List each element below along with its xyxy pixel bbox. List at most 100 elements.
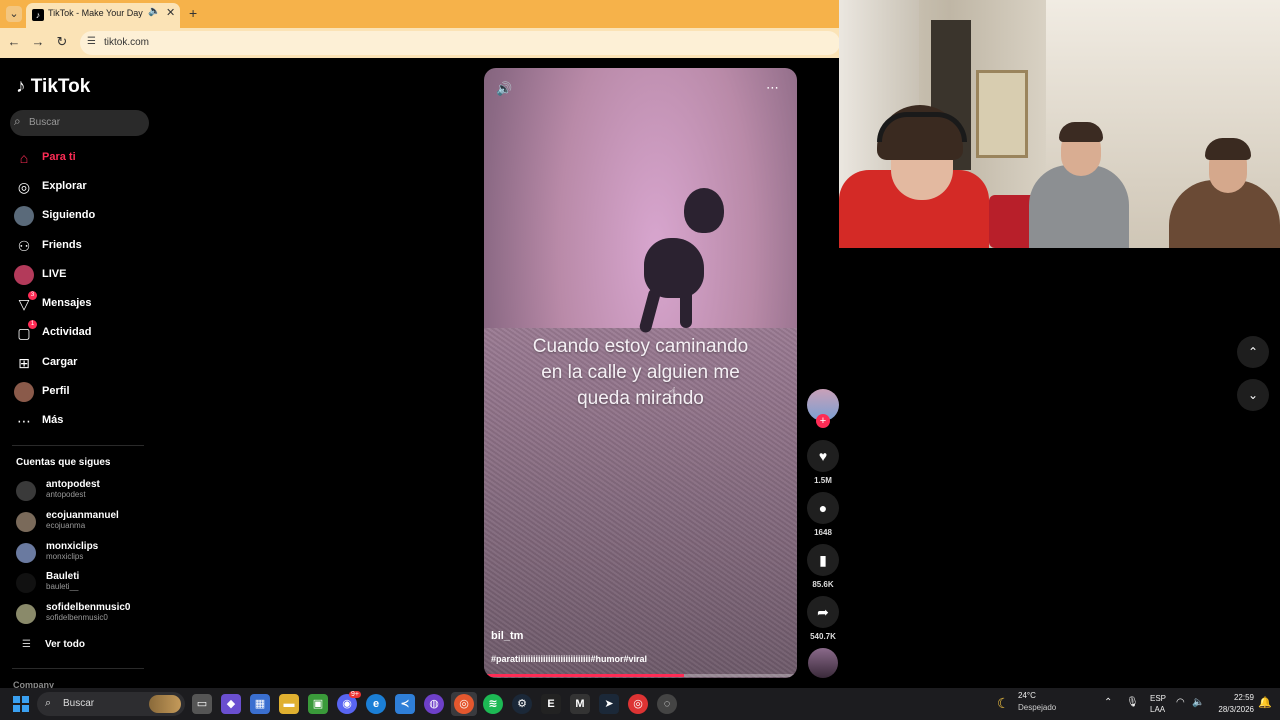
file-explorer-icon[interactable]: ▬ bbox=[279, 694, 299, 714]
see-all-link[interactable]: Ver todo bbox=[45, 639, 85, 650]
chrome-alt-icon[interactable]: ◎ bbox=[628, 694, 648, 714]
nav-label: Cargar bbox=[42, 356, 78, 368]
clock-date[interactable]: 28/3/2026 bbox=[1206, 705, 1254, 714]
comment-button[interactable]: ● bbox=[807, 492, 839, 524]
previous-video-button[interactable]: ⌃ bbox=[1237, 336, 1269, 368]
language-layout[interactable]: LAA bbox=[1150, 705, 1165, 714]
notification-bell-icon[interactable]: 🔔 bbox=[1258, 696, 1272, 709]
steam-icon[interactable]: ⚙ bbox=[512, 694, 532, 714]
mouse-cursor-icon: ☝ bbox=[668, 384, 677, 400]
taskbar-search[interactable]: ⌕ Buscar bbox=[37, 692, 185, 716]
account-name: Bauleti bbox=[46, 571, 80, 582]
reload-icon[interactable]: ↻ bbox=[53, 34, 71, 50]
list-icon: ☰ bbox=[22, 639, 31, 650]
windows-taskbar: ⌕ Buscar ▭ ◆ ▦ ▬ ▣ ◉ 9+ e ≺ ◍ ◎ ≋ ⚙ E M … bbox=[0, 688, 1280, 720]
search-input[interactable]: ⌕ Buscar bbox=[10, 110, 149, 136]
sidebar-divider bbox=[12, 445, 144, 446]
tab-search-dropdown-icon[interactable]: ⌄ bbox=[6, 6, 22, 22]
more-options-icon[interactable]: ⋯ bbox=[766, 80, 780, 96]
nav-label: Mensajes bbox=[42, 297, 92, 309]
caption-line: queda mirando bbox=[577, 388, 704, 409]
upload-icon: ⊞ bbox=[18, 355, 30, 371]
microphone-icon[interactable]: 🎙 bbox=[1126, 697, 1139, 708]
followed-account[interactable]: monxiclips monxiclips bbox=[16, 539, 156, 567]
minecraft-icon[interactable]: ▣ bbox=[308, 694, 328, 714]
tiktok-favicon-icon: ♪ bbox=[32, 9, 44, 21]
video-hashtags[interactable]: #paratiiiiiiiiiiiiiiiiiiiiiiiiiiiii#humo… bbox=[491, 654, 647, 664]
browser-tab[interactable]: ♪ TikTok - Make Your Day 🔈 ✕ bbox=[26, 3, 180, 28]
profile-avatar-icon bbox=[14, 382, 34, 402]
store-icon[interactable]: ▦ bbox=[250, 694, 270, 714]
copilot-icon[interactable]: ◆ bbox=[221, 694, 241, 714]
github-icon[interactable]: ◍ bbox=[424, 694, 444, 714]
game-launcher-icon[interactable]: M bbox=[570, 694, 590, 714]
address-bar[interactable]: ☰ tiktok.com bbox=[80, 31, 840, 55]
nav-item-siguiendo[interactable]: Siguiendo bbox=[12, 203, 152, 229]
chevron-up-icon[interactable]: ⌃ bbox=[1104, 697, 1112, 708]
nav-item-friends[interactable]: ⚇ Friends bbox=[12, 233, 152, 259]
save-button[interactable]: ▮ bbox=[807, 544, 839, 576]
account-name: monxiclips bbox=[46, 541, 99, 552]
webcam-image bbox=[1029, 165, 1129, 248]
volume-icon[interactable]: 🔈 bbox=[1192, 697, 1204, 708]
video-player[interactable]: 🔊 ⋯ Cuando estoy caminando en la calle y… bbox=[484, 68, 797, 678]
webcam-image bbox=[877, 112, 967, 142]
nav-item-live[interactable]: LIVE bbox=[12, 262, 152, 288]
chevron-up-icon: ⌃ bbox=[1247, 345, 1259, 359]
speaker-icon[interactable]: 🔈 bbox=[148, 6, 160, 17]
followed-account[interactable]: Bauleti bauleti__ bbox=[16, 569, 156, 597]
nav-item-para-ti[interactable]: ⌂ Para ti bbox=[12, 145, 152, 171]
search-highlight-image bbox=[149, 695, 181, 713]
followed-account[interactable]: antopodest antopodest bbox=[16, 477, 156, 505]
search-icon: ⌕ bbox=[45, 697, 52, 709]
next-video-button[interactable]: ⌄ bbox=[1237, 379, 1269, 411]
bookmark-icon: ▮ bbox=[819, 552, 827, 568]
share-button[interactable]: ➦ bbox=[807, 596, 839, 628]
task-view-icon[interactable]: ▭ bbox=[192, 694, 212, 714]
nav-label: Para ti bbox=[42, 151, 76, 163]
steam-client-icon[interactable]: ➤ bbox=[599, 694, 619, 714]
forward-icon[interactable]: → bbox=[29, 34, 47, 49]
edge-icon[interactable]: e bbox=[366, 694, 386, 714]
new-tab-icon[interactable]: + bbox=[189, 5, 197, 21]
wifi-icon[interactable]: ◠ bbox=[1176, 697, 1185, 708]
close-tab-icon[interactable]: ✕ bbox=[166, 6, 175, 19]
search-placeholder: Buscar bbox=[29, 117, 61, 128]
moon-icon[interactable]: ☾ bbox=[997, 695, 1010, 712]
webcam-image bbox=[1059, 122, 1103, 142]
vscode-icon[interactable]: ≺ bbox=[395, 694, 415, 714]
obs-icon[interactable]: ◌ bbox=[657, 694, 677, 714]
video-author[interactable]: bil_tm bbox=[491, 630, 523, 642]
like-button[interactable]: ♥ bbox=[807, 440, 839, 472]
nav-item-perfil[interactable]: Perfil bbox=[12, 379, 152, 405]
nav-label: Siguiendo bbox=[42, 209, 96, 221]
follow-plus-icon[interactable]: + bbox=[816, 414, 830, 428]
messages-badge: 3 bbox=[28, 291, 37, 300]
account-handle: bauleti__ bbox=[46, 582, 79, 591]
discord-badge: 9+ bbox=[349, 691, 361, 698]
nav-item-mas[interactable]: ⋯ Más bbox=[12, 408, 152, 434]
nav-item-explorar[interactable]: ◎ Explorar bbox=[12, 174, 152, 200]
nav-item-actividad[interactable]: ▢ 1 Actividad bbox=[12, 320, 152, 346]
site-info-icon[interactable]: ☰ bbox=[87, 36, 96, 47]
url-text[interactable]: tiktok.com bbox=[104, 37, 149, 48]
tiktok-logo[interactable]: ♪ TikTok bbox=[16, 76, 90, 98]
followed-account[interactable]: ecojuanmanuel ecojuanma bbox=[16, 508, 156, 536]
language-indicator[interactable]: ESP bbox=[1150, 694, 1166, 703]
weather-temperature[interactable]: 24°C bbox=[1018, 691, 1036, 700]
spotify-icon[interactable]: ≋ bbox=[483, 694, 503, 714]
nav-item-mensajes[interactable]: ▽ 3 Mensajes bbox=[12, 291, 152, 317]
dog-image bbox=[684, 188, 724, 233]
back-icon[interactable]: ← bbox=[5, 34, 23, 49]
comment-count: 1648 bbox=[814, 528, 832, 537]
weather-condition[interactable]: Despejado bbox=[1018, 703, 1056, 712]
epic-games-icon[interactable]: E bbox=[541, 694, 561, 714]
windows-start-icon[interactable] bbox=[13, 696, 29, 712]
volume-icon[interactable]: 🔊 bbox=[496, 81, 512, 97]
clock-time[interactable]: 22:59 bbox=[1214, 693, 1254, 702]
chrome-icon[interactable]: ◎ bbox=[454, 694, 474, 714]
nav-item-cargar[interactable]: ⊞ Cargar bbox=[12, 350, 152, 376]
followed-account[interactable]: sofidelbenmusic0 sofidelbenmusic0 bbox=[16, 600, 156, 628]
music-disc[interactable] bbox=[808, 648, 838, 678]
chevron-down-icon: ⌄ bbox=[1247, 388, 1259, 402]
